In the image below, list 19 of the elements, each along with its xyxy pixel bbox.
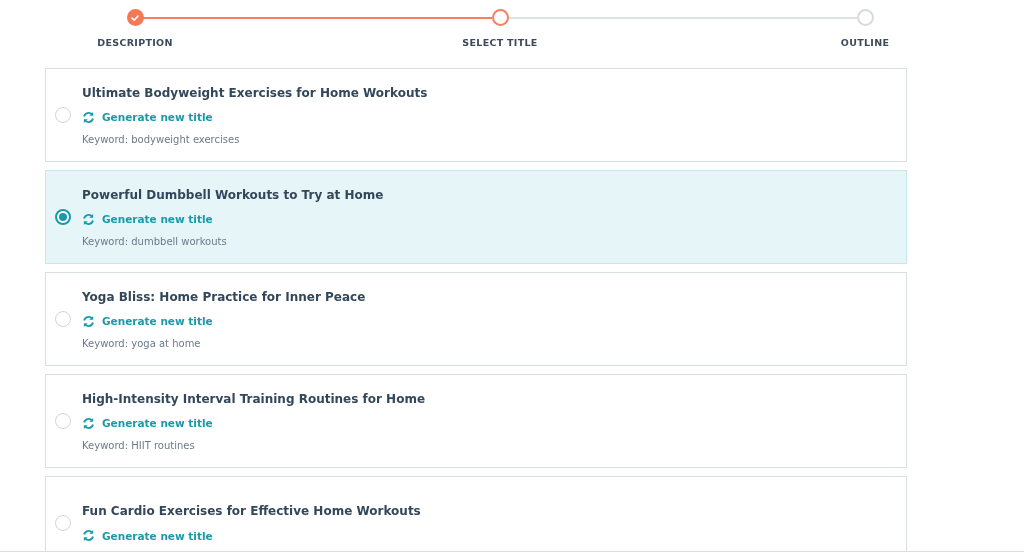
title-text: Yoga Bliss: Home Practice for Inner Peace: [82, 289, 366, 304]
refresh-icon: [82, 529, 95, 542]
title-text: Ultimate Bodyweight Exercises for Home Workouts: [82, 85, 428, 100]
title-text: Fun Cardio Exercises for Effective Home Workouts: [82, 504, 421, 518]
title-option-card[interactable]: Powerful Dumbbell Workouts to Try at Home Generate new title Keyword: dumbbell workouts: [45, 170, 907, 264]
keyword-text: Keyword: HIIT routines: [82, 439, 195, 451]
title-text: High-Intensity Interval Training Routines for Home: [82, 391, 426, 406]
refresh-icon: [82, 212, 95, 226]
keyword-text: Keyword: dumbbell workouts: [82, 235, 227, 247]
keyword-text: Keyword: yoga at home: [82, 337, 201, 349]
refresh-icon: [82, 416, 95, 430]
step-label: SELECT TITLE: [462, 37, 538, 48]
step-label: DESCRIPTION: [97, 37, 173, 48]
refresh-icon: [82, 110, 95, 124]
step-label: OUTLINE: [840, 37, 890, 48]
keyword-text: Keyword: bodyweight exercises: [82, 133, 240, 145]
radio-button[interactable]: [55, 209, 71, 225]
refresh-icon: [82, 314, 95, 328]
title-text: Powerful Dumbbell Workouts to Try at Home: [82, 187, 384, 202]
